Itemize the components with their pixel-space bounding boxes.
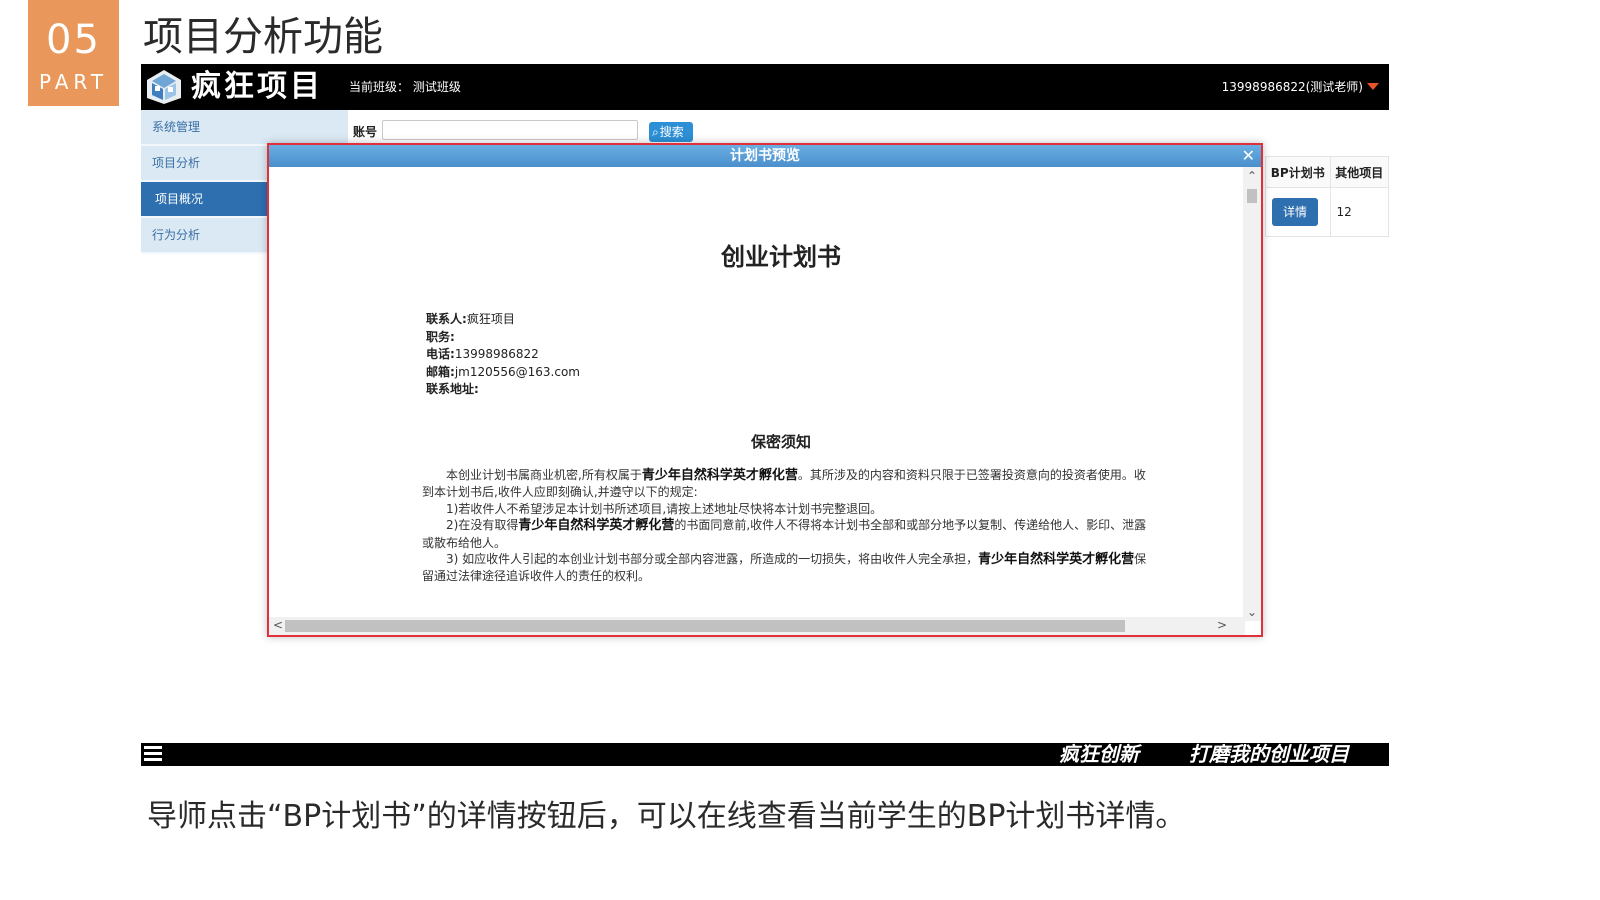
paragraph-text: 本创业计划书属商业机密,所有权属于 — [446, 468, 642, 482]
part-badge: 05 PART — [28, 0, 119, 106]
paragraph-text: 2)在没有取得 — [446, 518, 519, 533]
slogan-bar: 疯狂创新 打磨我的创业项目 — [141, 742, 1389, 766]
close-icon[interactable]: ✕ — [1242, 145, 1255, 167]
scroll-left-icon[interactable]: < — [273, 618, 283, 632]
org-name: 青少年自然科学英才孵化营 — [518, 518, 675, 534]
contact-value: jm120556@163.com — [454, 364, 580, 379]
contact-block: 联系人:疯狂项目 职务: 电话:13998986822 邮箱:jm120556@… — [426, 311, 580, 399]
caret-down-icon[interactable] — [1367, 83, 1379, 90]
search-button[interactable]: ⌕搜索 — [649, 122, 693, 142]
contact-label: 电话: — [426, 347, 455, 361]
part-label: PART — [38, 70, 109, 94]
current-class: 当前班级： 测试班级 — [349, 80, 461, 94]
table-row: 详情 12 — [1265, 187, 1390, 237]
contact-label: 职务: — [426, 329, 455, 344]
plan-preview-dialog: 计划书预览 ✕ 创业计划书 联系人:疯狂项目 职务: 电话:1399898682… — [267, 143, 1263, 637]
project-table: BP计划书 其他项目 详情 12 — [1265, 156, 1390, 237]
contact-label: 联系地址: — [426, 382, 479, 396]
dialog-body: 创业计划书 联系人:疯狂项目 职务: 电话:13998986822 邮箱:jm1… — [269, 167, 1245, 621]
logo-text: 疯狂项目 — [191, 69, 323, 104]
search-icon: ⌕ — [652, 125, 659, 139]
slogan-right: 打磨我的创业项目 — [1189, 742, 1349, 766]
bp-detail-button[interactable]: 详情 — [1272, 198, 1318, 226]
top-bar: 疯狂项目 当前班级： 测试班级 13998986822(测试老师) — [141, 64, 1389, 110]
account-label: 账号 — [353, 125, 378, 139]
org-name: 青少年自然科学英才孵化营 — [978, 552, 1135, 568]
sidebar-item-system[interactable]: 系统管理 — [141, 110, 348, 146]
other-projects-count: 12 — [1329, 187, 1390, 237]
logo-icon — [147, 70, 181, 104]
slogan-left: 疯狂创新 — [1059, 742, 1139, 766]
confidentiality-title: 保密须知 — [750, 433, 811, 451]
scroll-thumb[interactable] — [285, 620, 1125, 632]
horizontal-scrollbar[interactable]: < > — [269, 617, 1245, 635]
dialog-header: 计划书预览 ✕ — [269, 145, 1261, 167]
menu-icon — [144, 746, 162, 764]
search-button-label: 搜索 — [659, 125, 684, 139]
document-title: 创业计划书 — [721, 243, 841, 271]
slide-caption: 导师点击“BP计划书”的详情按钮后，可以在线查看当前学生的BP计划书详情。 — [147, 799, 1186, 834]
column-header-bp: BP计划书 — [1265, 156, 1331, 188]
scroll-thumb[interactable] — [1247, 189, 1257, 203]
scroll-right-icon[interactable]: > — [1217, 618, 1227, 632]
vertical-scrollbar[interactable]: ⌃ ⌄ — [1243, 167, 1261, 621]
paragraph-text: 3) 如应收件人引起的本创业计划书部分或全部内容泄露，所造成的一切损失，将由收件… — [446, 552, 979, 567]
contact-label: 联系人: — [426, 312, 467, 326]
dialog-title: 计划书预览 — [730, 148, 800, 164]
slide-title: 项目分析功能 — [143, 14, 383, 60]
contact-value: 疯狂项目 — [466, 312, 515, 326]
part-number: 05 — [46, 17, 101, 63]
contact-value: 13998986822 — [454, 347, 539, 361]
confidentiality-text: 本创业计划书属商业机密,所有权属于青少年自然科学英才孵化营。其所涉及的内容和资料… — [422, 467, 1156, 585]
user-menu[interactable]: 13998986822(测试老师) — [1222, 78, 1363, 96]
scroll-down-icon[interactable]: ⌄ — [1243, 605, 1261, 619]
scroll-up-icon[interactable]: ⌃ — [1243, 169, 1261, 183]
column-header-other: 其他项目 — [1329, 156, 1390, 188]
contact-label: 邮箱: — [426, 364, 455, 379]
paragraph-text: 1)若收件人不希望涉足本计划书所述项目,请按上述地址尽快将本计划书完整退回。 — [446, 501, 883, 516]
account-search-input[interactable] — [382, 120, 638, 140]
org-name: 青少年自然科学英才孵化营 — [641, 468, 798, 483]
